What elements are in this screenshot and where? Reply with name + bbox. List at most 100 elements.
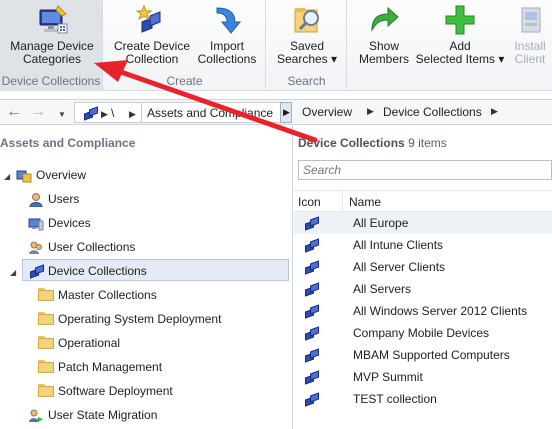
add-selected-items-label-1: Add <box>449 39 471 53</box>
device-collection-icon <box>304 370 320 385</box>
saved-searches-icon <box>291 4 323 36</box>
collection-name: TEST collection <box>353 392 437 406</box>
ribbon: Manage Device Categories Device Collecti… <box>0 0 552 91</box>
user-icon <box>28 192 44 208</box>
manage-device-categories-button[interactable]: Manage Device Categories <box>4 4 100 72</box>
device-collection-icon <box>304 282 320 297</box>
breadcrumb: ▶ \ ▶ Assets and Compliance <box>74 102 290 123</box>
group-label-search: Search <box>287 74 326 88</box>
tree-item-label: Software Deployment <box>58 384 173 398</box>
install-client-label-2: Client <box>514 52 546 66</box>
table-row[interactable]: All Server Clients <box>294 256 552 278</box>
collection-name: All Intune Clients <box>353 238 444 252</box>
device-collection-icon <box>304 348 320 363</box>
folder-icon <box>38 288 54 302</box>
results-count: 9 items <box>408 136 447 150</box>
collection-name: All Windows Server 2012 Clients <box>353 304 528 318</box>
ribbon-group-collection: Show Members Add Selected Items ▾ Instal… <box>348 0 552 91</box>
navigation-bar: ← → ▼ ▶ \ ▶ Assets and Compliance ▶ Over… <box>0 99 552 125</box>
tree-item-device-collections[interactable]: Device Collections <box>22 259 289 281</box>
add-selected-items-button[interactable]: Add Selected Items ▾ <box>414 4 506 72</box>
import-collections-label-1: Import <box>209 39 244 53</box>
tree-item-label: Device Collections <box>48 264 147 278</box>
collection-name: All Servers <box>353 282 412 296</box>
tree-item-label: Users <box>48 192 80 206</box>
install-client-label-1: Install <box>514 39 546 53</box>
import-collections-label-2: Collections <box>197 52 257 66</box>
collection-name: All Server Clients <box>353 260 446 274</box>
column-header-icon[interactable]: Icon <box>298 195 321 209</box>
saved-searches-label-2: Searches ▾ <box>276 52 338 66</box>
device-collection-icon <box>304 260 320 275</box>
device-collection-icon <box>304 238 320 253</box>
table-row[interactable]: Company Mobile Devices <box>294 322 552 344</box>
results-title: Device Collections 9 items <box>298 136 447 150</box>
folder-icon <box>38 336 54 350</box>
collection-name: MBAM Supported Computers <box>353 348 510 362</box>
table-row[interactable]: MBAM Supported Computers <box>294 344 552 366</box>
tree-item-label: User Collections <box>48 240 136 254</box>
saved-searches-button[interactable]: Saved Searches ▾ <box>273 4 341 72</box>
show-members-icon <box>368 4 400 36</box>
breadcrumb-device-collections[interactable]: Device Collections <box>383 105 482 119</box>
results-title-text: Device Collections <box>298 136 405 150</box>
show-members-label-2: Members <box>358 52 409 66</box>
overview-icon <box>16 168 32 183</box>
back-arrow-icon[interactable]: ← <box>6 104 22 120</box>
workspace-icon <box>83 106 99 121</box>
results-pane: Device Collections 9 items Icon Name All… <box>294 126 552 429</box>
table-row[interactable]: All Windows Server 2012 Clients <box>294 300 552 322</box>
user-collections-icon <box>28 240 44 254</box>
pane-header: Assets and Compliance <box>0 136 136 150</box>
collapse-overview-icon[interactable]: ◢ <box>4 172 10 181</box>
tree-item-label: Operating System Deployment <box>58 312 222 326</box>
table-row[interactable]: MVP Summit <box>294 366 552 388</box>
create-device-collection-label-2: Collection <box>125 52 179 66</box>
collection-name: MVP Summit <box>353 370 423 384</box>
tree-item-label: Master Collections <box>58 288 157 302</box>
table-row[interactable]: TEST collection <box>294 388 552 410</box>
tree-item-label: User State Migration <box>48 408 158 422</box>
folder-icon <box>38 384 54 398</box>
create-collection-icon <box>135 4 168 36</box>
table-header: Icon Name <box>294 190 552 213</box>
saved-searches-label-1: Saved <box>289 39 325 53</box>
column-header-name[interactable]: Name <box>349 195 381 209</box>
device-collection-icon <box>304 216 320 231</box>
add-selected-items-label-2: Selected Items ▾ <box>415 52 505 66</box>
group-label-create: Create <box>166 74 203 88</box>
show-members-label-1: Show <box>368 39 400 53</box>
breadcrumb-dropdown[interactable]: ▶ <box>280 102 292 123</box>
manage-device-categories-label-1: Manage Device <box>10 39 94 53</box>
install-client-button[interactable]: Install Client <box>508 4 552 72</box>
import-collections-button[interactable]: Import Collections <box>194 4 260 72</box>
collection-name: Company Mobile Devices <box>353 326 490 340</box>
add-icon <box>444 4 476 36</box>
collection-name: All Europe <box>353 216 409 230</box>
breadcrumb-overview[interactable]: Overview <box>302 105 352 119</box>
forward-arrow-icon[interactable]: → <box>30 104 46 120</box>
import-icon <box>211 4 243 36</box>
create-device-collection-button[interactable]: Create Device Collection <box>110 4 194 72</box>
create-device-collection-label-1: Create Device <box>113 39 191 53</box>
collapse-device-collections-icon[interactable]: ◢ <box>10 268 16 277</box>
group-label-device-collections: Device Collections <box>1 74 101 88</box>
install-client-icon <box>514 4 546 36</box>
history-dropdown-icon[interactable]: ▼ <box>58 107 66 123</box>
ribbon-group-create: Create Device Collection Import Collecti… <box>104 0 266 91</box>
table-row[interactable]: All Intune Clients <box>294 234 552 256</box>
ribbon-group-device-collections: Manage Device Categories Device Collecti… <box>0 0 103 91</box>
search-input[interactable] <box>298 160 552 180</box>
devices-icon <box>28 216 44 231</box>
breadcrumb-assets-and-compliance[interactable]: Assets and Compliance <box>147 106 273 120</box>
manage-categories-icon <box>36 4 68 36</box>
breadcrumb-root[interactable]: \ <box>111 106 114 120</box>
table-row[interactable]: All Servers <box>294 278 552 300</box>
device-collections-icon <box>29 264 45 279</box>
manage-device-categories-label-2: Categories <box>22 52 82 66</box>
device-collection-icon <box>304 392 320 407</box>
show-members-button[interactable]: Show Members <box>352 4 416 72</box>
device-collection-icon <box>304 326 320 341</box>
table-row[interactable]: All Europe <box>294 212 552 234</box>
tree-item-label: Devices <box>48 216 91 230</box>
